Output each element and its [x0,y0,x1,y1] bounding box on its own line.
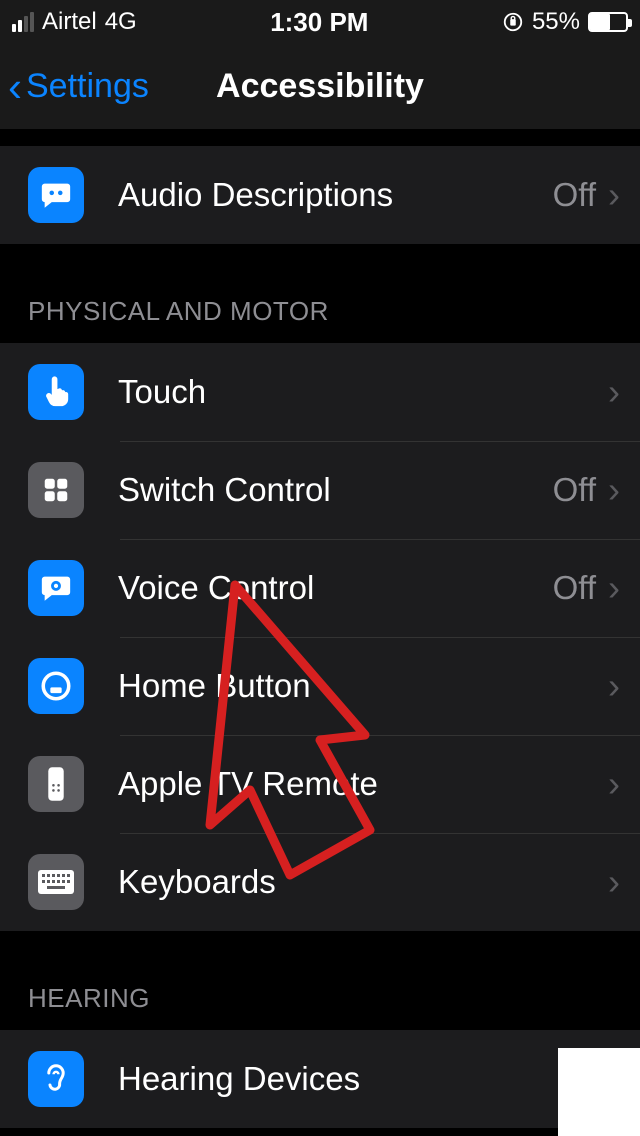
row-label: Audio Descriptions [84,176,553,214]
carrier-label: Airtel [42,8,97,36]
back-label: Settings [26,67,149,106]
speech-bubble-icon [28,167,84,223]
status-bar: Airtel 4G 1:30 PM 55% [0,0,640,44]
home-button-icon [28,658,84,714]
touch-icon [28,364,84,420]
row-detail: Off [553,176,608,214]
row-label: Hearing Devices [84,1060,596,1098]
chevron-right-icon: › [608,174,620,216]
row-audio-descriptions[interactable]: Audio Descriptions Off › [0,146,640,244]
section-header-hearing: HEARING [0,931,640,1030]
row-touch[interactable]: Touch › [0,343,640,441]
row-voice-control[interactable]: Voice Control Off › [0,539,640,637]
white-overlay [558,1048,640,1136]
settings-group: Hearing Devices › [0,1030,640,1128]
chevron-right-icon: › [608,371,620,413]
row-detail: Off [553,471,608,509]
row-hearing-devices[interactable]: Hearing Devices › [0,1030,640,1128]
rotation-lock-icon [502,11,524,33]
keyboard-icon [28,854,84,910]
ear-icon [28,1051,84,1107]
clock: 1:30 PM [270,7,368,38]
settings-list[interactable]: Audio Descriptions Off › PHYSICAL AND MO… [0,130,640,1136]
chevron-right-icon: › [608,567,620,609]
chevron-right-icon: › [608,861,620,903]
row-switch-control[interactable]: Switch Control Off › [0,441,640,539]
row-label: Home Button [84,667,596,705]
row-label: Keyboards [84,863,596,901]
row-detail: Off [553,569,608,607]
network-label: 4G [105,8,137,36]
row-label: Apple TV Remote [84,765,596,803]
row-label: Switch Control [84,471,553,509]
row-label: Touch [84,373,596,411]
row-keyboards[interactable]: Keyboards › [0,833,640,931]
chevron-right-icon: › [608,763,620,805]
switch-control-icon [28,462,84,518]
chevron-left-icon: ‹ [8,66,22,108]
chevron-right-icon: › [608,469,620,511]
section-header-physical: PHYSICAL AND MOTOR [0,244,640,343]
chevron-right-icon: › [608,665,620,707]
back-button[interactable]: ‹ Settings [0,66,149,108]
row-apple-tv-remote[interactable]: Apple TV Remote › [0,735,640,833]
remote-icon [28,756,84,812]
battery-icon [588,12,628,32]
signal-icon [12,12,34,32]
nav-bar: ‹ Settings Accessibility [0,44,640,130]
battery-percent: 55% [532,8,580,36]
settings-group: Audio Descriptions Off › [0,146,640,244]
settings-group: Touch › Switch Control Off › Voice Contr… [0,343,640,931]
row-home-button[interactable]: Home Button › [0,637,640,735]
row-label: Voice Control [84,569,553,607]
voice-control-icon [28,560,84,616]
